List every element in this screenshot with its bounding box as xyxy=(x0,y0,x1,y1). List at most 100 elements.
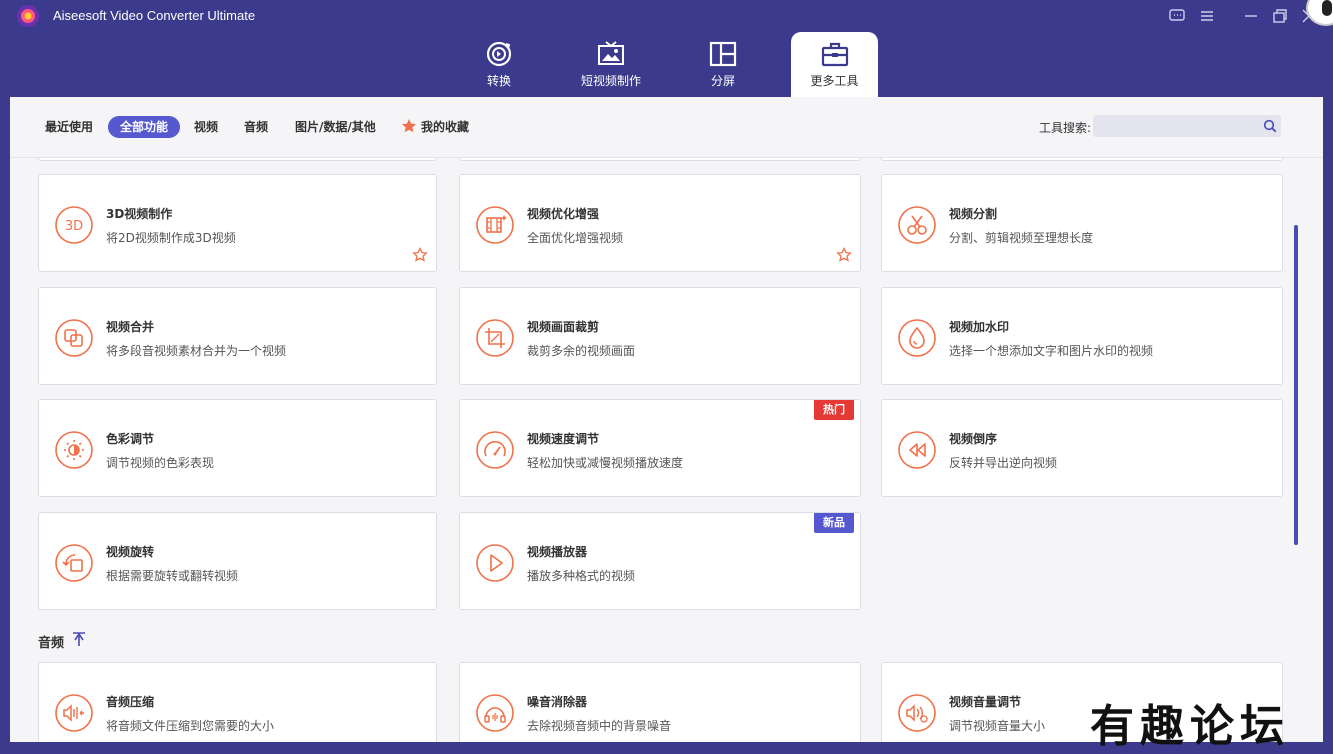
noise-remover-icon xyxy=(476,694,514,732)
tool-desc: 全面优化增强视频 xyxy=(527,231,624,245)
tool-card-speed[interactable]: 热门 视频速度调节 轻松加快或减慢视频播放速度 xyxy=(459,399,861,497)
hot-badge: 热门 xyxy=(814,400,854,420)
tool-title: 3D视频制作 xyxy=(106,207,173,221)
tool-title: 视频速度调节 xyxy=(527,432,600,446)
star-filled-icon xyxy=(401,119,417,133)
scissors-icon xyxy=(898,206,936,244)
restore-icon[interactable] xyxy=(1270,6,1290,26)
mv-icon xyxy=(598,41,624,65)
vertical-scrollbar[interactable] xyxy=(1294,225,1298,545)
tool-desc: 将多段音视频素材合并为一个视频 xyxy=(106,344,287,358)
tool-title: 视频加水印 xyxy=(949,320,1010,334)
filter-recent[interactable]: 最近使用 xyxy=(45,116,93,138)
title-bar: Aiseesoft Video Converter Ultimate xyxy=(0,0,1333,32)
search-icon[interactable] xyxy=(1263,119,1277,133)
tool-card-color[interactable]: 色彩调节 调节视频的色彩表现 xyxy=(38,399,437,497)
tool-title: 视频优化增强 xyxy=(527,207,600,221)
tool-card-partial[interactable] xyxy=(38,158,437,161)
toolbox-icon xyxy=(821,42,848,67)
tab-label: 更多工具 xyxy=(810,74,859,88)
tool-card-player[interactable]: 新品 视频播放器 播放多种格式的视频 xyxy=(459,512,861,610)
tool-card-watermark[interactable]: 视频加水印 选择一个想添加文字和图片水印的视频 xyxy=(881,287,1283,385)
favorite-star-icon[interactable] xyxy=(412,247,428,263)
tool-desc: 根据需要旋转或翻转视频 xyxy=(106,569,239,583)
tool-card-split[interactable]: 视频分割 分割、剪辑视频至理想长度 xyxy=(881,174,1283,272)
tool-desc: 将2D视频制作成3D视频 xyxy=(106,231,236,245)
tool-card-3d[interactable]: 3D 3D视频制作 将2D视频制作成3D视频 xyxy=(38,174,437,272)
forum-watermark: 有趣论坛 xyxy=(1090,701,1290,752)
tool-desc: 反转并导出逆向视频 xyxy=(949,456,1058,470)
tool-title: 视频音量调节 xyxy=(949,695,1022,709)
merge-icon xyxy=(55,319,93,357)
rewind-icon xyxy=(898,431,936,469)
tab-toolbox[interactable]: 更多工具 xyxy=(791,32,878,97)
tool-title: 视频倒序 xyxy=(949,432,998,446)
collapse-up-icon[interactable] xyxy=(72,631,86,647)
tool-title: 视频播放器 xyxy=(527,545,588,559)
new-badge: 新品 xyxy=(814,513,854,533)
tool-desc: 裁剪多余的视频画面 xyxy=(527,344,636,358)
search-input[interactable] xyxy=(1093,115,1281,137)
3d-icon: 3D xyxy=(55,206,93,244)
menu-icon[interactable] xyxy=(1197,6,1217,26)
tool-card-partial[interactable] xyxy=(459,158,861,161)
tool-title: 视频合并 xyxy=(106,320,155,334)
filter-video[interactable]: 视频 xyxy=(194,116,218,138)
tool-title: 视频旋转 xyxy=(106,545,155,559)
tools-scroll-area[interactable]: 3D 3D视频制作 将2D视频制作成3D视频 视频优化增强 全面优化增强视频 视… xyxy=(10,158,1323,742)
tool-card-noise[interactable]: 噪音消除器 去除视频音频中的背景噪音 xyxy=(459,662,861,742)
speedometer-icon xyxy=(476,431,514,469)
tab-convert[interactable]: 转换 xyxy=(468,32,530,97)
tool-title: 噪音消除器 xyxy=(527,695,588,709)
tool-title: 视频画面裁剪 xyxy=(527,320,600,334)
watermark-drop-icon xyxy=(898,319,936,357)
tool-card-enhance[interactable]: 视频优化增强 全面优化增强视频 xyxy=(459,174,861,272)
app-logo-icon xyxy=(17,5,39,27)
filter-favorites[interactable]: 我的收藏 xyxy=(401,116,469,138)
tool-desc: 轻松加快或减慢视频播放速度 xyxy=(527,456,684,470)
tool-desc: 选择一个想添加文字和图片水印的视频 xyxy=(949,344,1154,358)
filter-all[interactable]: 全部功能 xyxy=(108,116,181,138)
tab-label: 分屏 xyxy=(710,74,735,88)
search-label: 工具搜索: xyxy=(1039,121,1092,135)
svg-text:3D: 3D xyxy=(65,219,83,234)
audio-compress-icon xyxy=(55,694,93,732)
main-tabs: 转换 短视频制作 分屏 更多工具 xyxy=(0,32,1333,97)
tool-title: 色彩调节 xyxy=(106,432,155,446)
tool-title: 视频分割 xyxy=(949,207,998,221)
tool-desc: 播放多种格式的视频 xyxy=(527,569,636,583)
tool-desc: 调节视频的色彩表现 xyxy=(106,456,215,470)
tool-card-partial[interactable] xyxy=(881,158,1283,161)
crop-icon xyxy=(476,319,514,357)
tool-card-crop[interactable]: 视频画面裁剪 裁剪多余的视频画面 xyxy=(459,287,861,385)
app-title: Aiseesoft Video Converter Ultimate xyxy=(53,8,256,23)
favorite-star-icon[interactable] xyxy=(836,247,852,263)
filter-image-data-other[interactable]: 图片/数据/其他 xyxy=(295,116,376,138)
tool-desc: 将音频文件压缩到您需要的大小 xyxy=(106,719,275,733)
volume-icon xyxy=(898,694,936,732)
tab-collage[interactable]: 分屏 xyxy=(692,32,754,97)
color-sun-icon xyxy=(55,431,93,469)
toolbox-panel: 最近使用 全部功能 视频 音频 图片/数据/其他 我的收藏 工具搜索: 3D 3… xyxy=(10,97,1323,742)
play-icon xyxy=(476,544,514,582)
filter-bar: 最近使用 全部功能 视频 音频 图片/数据/其他 我的收藏 工具搜索: xyxy=(10,97,1323,158)
tool-desc: 去除视频音频中的背景噪音 xyxy=(527,719,672,733)
convert-icon xyxy=(486,41,512,67)
filter-audio[interactable]: 音频 xyxy=(244,116,268,138)
tool-title: 音频压缩 xyxy=(106,695,155,709)
tool-card-merge[interactable]: 视频合并 将多段音视频素材合并为一个视频 xyxy=(38,287,437,385)
enhance-icon xyxy=(476,206,514,244)
minimize-icon[interactable] xyxy=(1241,6,1261,26)
tool-card-reverse[interactable]: 视频倒序 反转并导出逆向视频 xyxy=(881,399,1283,497)
rotate-icon xyxy=(55,544,93,582)
tab-label: 转换 xyxy=(486,74,511,88)
tool-desc: 调节视频音量大小 xyxy=(949,719,1046,733)
filter-favorites-label: 我的收藏 xyxy=(421,120,470,134)
tool-card-audio-compress[interactable]: 音频压缩 将音频文件压缩到您需要的大小 xyxy=(38,662,437,742)
tool-desc: 分割、剪辑视频至理想长度 xyxy=(949,231,1094,245)
feedback-icon[interactable] xyxy=(1167,6,1187,26)
tool-card-rotate[interactable]: 视频旋转 根据需要旋转或翻转视频 xyxy=(38,512,437,610)
collage-icon xyxy=(709,41,737,67)
tab-mv[interactable]: 短视频制作 xyxy=(572,32,650,97)
tab-label: 短视频制作 xyxy=(580,74,641,88)
